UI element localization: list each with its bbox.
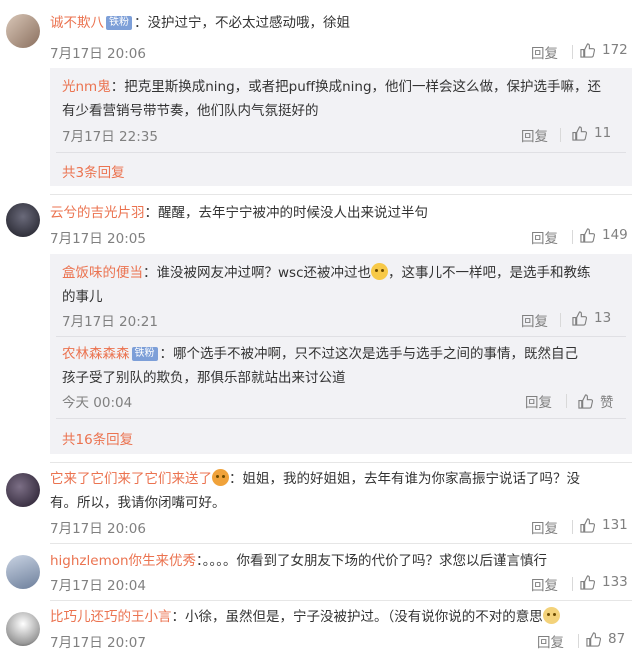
reply-button[interactable]: 回复 [531, 517, 558, 537]
smiley-emoji-icon [212, 469, 229, 486]
comment-text: 它来了它们来了它们来送了 ：姐姐，我的好姐姐，去年有谁为你家高振宁说话了吗？没 [50, 469, 580, 487]
reply-button[interactable]: 回复 [537, 631, 564, 651]
reply-button[interactable]: 回复 [521, 310, 548, 330]
reply-time: 7月17日 20:21 [62, 314, 158, 330]
reply-text-line2: 有少看营销号带节奏，他们队内气氛挺好的 [62, 103, 319, 119]
avatar[interactable] [6, 14, 40, 48]
like-button[interactable]: 87 [586, 631, 625, 647]
comment-time: 7月17日 20:07 [50, 635, 146, 651]
more-replies-link[interactable]: 共3条回复 [62, 161, 125, 181]
reply-time: 7月17日 22:35 [62, 129, 158, 145]
reply-time: 今天 00:04 [62, 395, 133, 411]
comment-divider [50, 543, 632, 544]
reply-text: 盒饭味的便当：谁没被网友冲过啊？wsc还被冲过也 ，这事儿不一样吧，是选手和教练 [62, 263, 591, 281]
reply-button[interactable]: 回复 [525, 391, 552, 411]
like-button[interactable]: 133 [580, 574, 628, 590]
divider [572, 520, 573, 534]
comment-text-line2: 有。所以，我请你闭嘴可好。 [50, 495, 226, 511]
comment-text: 云兮的吉光片羽：醒醒，去年宁宁被冲的时候没人出来说过半句 [50, 205, 428, 221]
thumbs-up-icon [580, 574, 595, 590]
divider [56, 152, 626, 153]
fan-badge: 铁粉 [131, 347, 158, 361]
reply-button[interactable]: 回复 [531, 42, 558, 62]
comment-divider [50, 462, 632, 463]
reply-button[interactable]: 回复 [521, 125, 548, 145]
thumbs-up-icon [572, 125, 587, 141]
divider [56, 418, 626, 419]
like-button[interactable]: 131 [580, 517, 628, 533]
thumbs-up-icon [572, 310, 587, 326]
divider [560, 313, 561, 327]
thumbs-up-icon [580, 42, 595, 58]
thumbs-up-icon [580, 227, 595, 243]
like-button[interactable]: 11 [572, 125, 611, 141]
avatar[interactable] [6, 203, 40, 237]
smiley-emoji-icon [542, 607, 560, 624]
divider [560, 128, 561, 142]
avatar[interactable] [6, 555, 40, 589]
comment-text: 比巧儿还巧的王小言：小徐，虽然但是，宁子没被护过。（没有说你说的不对的意思 [50, 606, 560, 628]
more-replies-link[interactable]: 共16条回复 [62, 428, 133, 448]
comment-username[interactable]: highzlemon你生来优秀 [50, 553, 196, 569]
comment-username[interactable]: 比巧儿还巧的王小言 [50, 609, 172, 625]
like-button[interactable]: 赞 [578, 391, 614, 411]
thumbs-up-icon [578, 393, 593, 409]
like-button[interactable]: 149 [580, 227, 628, 243]
divider [566, 394, 567, 408]
comment-divider [50, 600, 632, 601]
reply-username[interactable]: 农林森森森 [62, 346, 130, 362]
divider [572, 577, 573, 591]
divider [572, 45, 573, 59]
like-button[interactable]: 13 [572, 310, 611, 326]
comment-username[interactable]: 诚不欺八 [50, 15, 104, 31]
thumbs-up-icon [580, 517, 595, 533]
fan-badge: 铁粉 [106, 16, 132, 30]
smiley-emoji-icon [371, 263, 388, 280]
reply-text-line2: 的事儿 [62, 289, 103, 305]
comment-divider [50, 194, 632, 195]
comment-time: 7月17日 20:04 [50, 578, 146, 594]
divider [56, 336, 626, 337]
reply-button[interactable]: 回复 [531, 574, 558, 594]
thumbs-up-icon [586, 631, 601, 647]
divider [572, 230, 573, 244]
reply-username[interactable]: 盒饭味的便当 [62, 265, 143, 281]
comment-time: 7月17日 20:06 [50, 521, 146, 537]
reply-username[interactable]: 光nm鬼 [62, 79, 111, 95]
comment-time: 7月17日 20:06 [50, 46, 146, 62]
comment-text: 诚不欺八 铁粉 ：没护过宁，不必太过感动哦，徐姐 [50, 15, 350, 31]
comment-text: highzlemon你生来优秀：。。。。你看到了女朋友下场的代价了吗？求您以后谨… [50, 553, 548, 569]
avatar[interactable] [6, 473, 40, 507]
reply-text: 农林森森森 铁粉 ：哪个选手不被冲啊，只不过这次是选手与选手之间的事情，既然自己 [62, 346, 578, 362]
reply-text-line2: 孩子受了别队的欺负，那俱乐部就站出来讨公道 [62, 370, 346, 386]
avatar[interactable] [6, 612, 40, 646]
comment-username[interactable]: 它来了它们来了它们来送了 [50, 471, 212, 487]
like-button[interactable]: 172 [580, 42, 628, 58]
comment-username[interactable]: 云兮的吉光片羽 [50, 205, 145, 221]
reply-text: 光nm鬼：把克里斯换成ning，或者把puff换成ning，他们一样会这么做，保… [62, 79, 602, 95]
reply-button[interactable]: 回复 [531, 227, 558, 247]
divider [578, 634, 579, 648]
comment-time: 7月17日 20:05 [50, 231, 146, 247]
